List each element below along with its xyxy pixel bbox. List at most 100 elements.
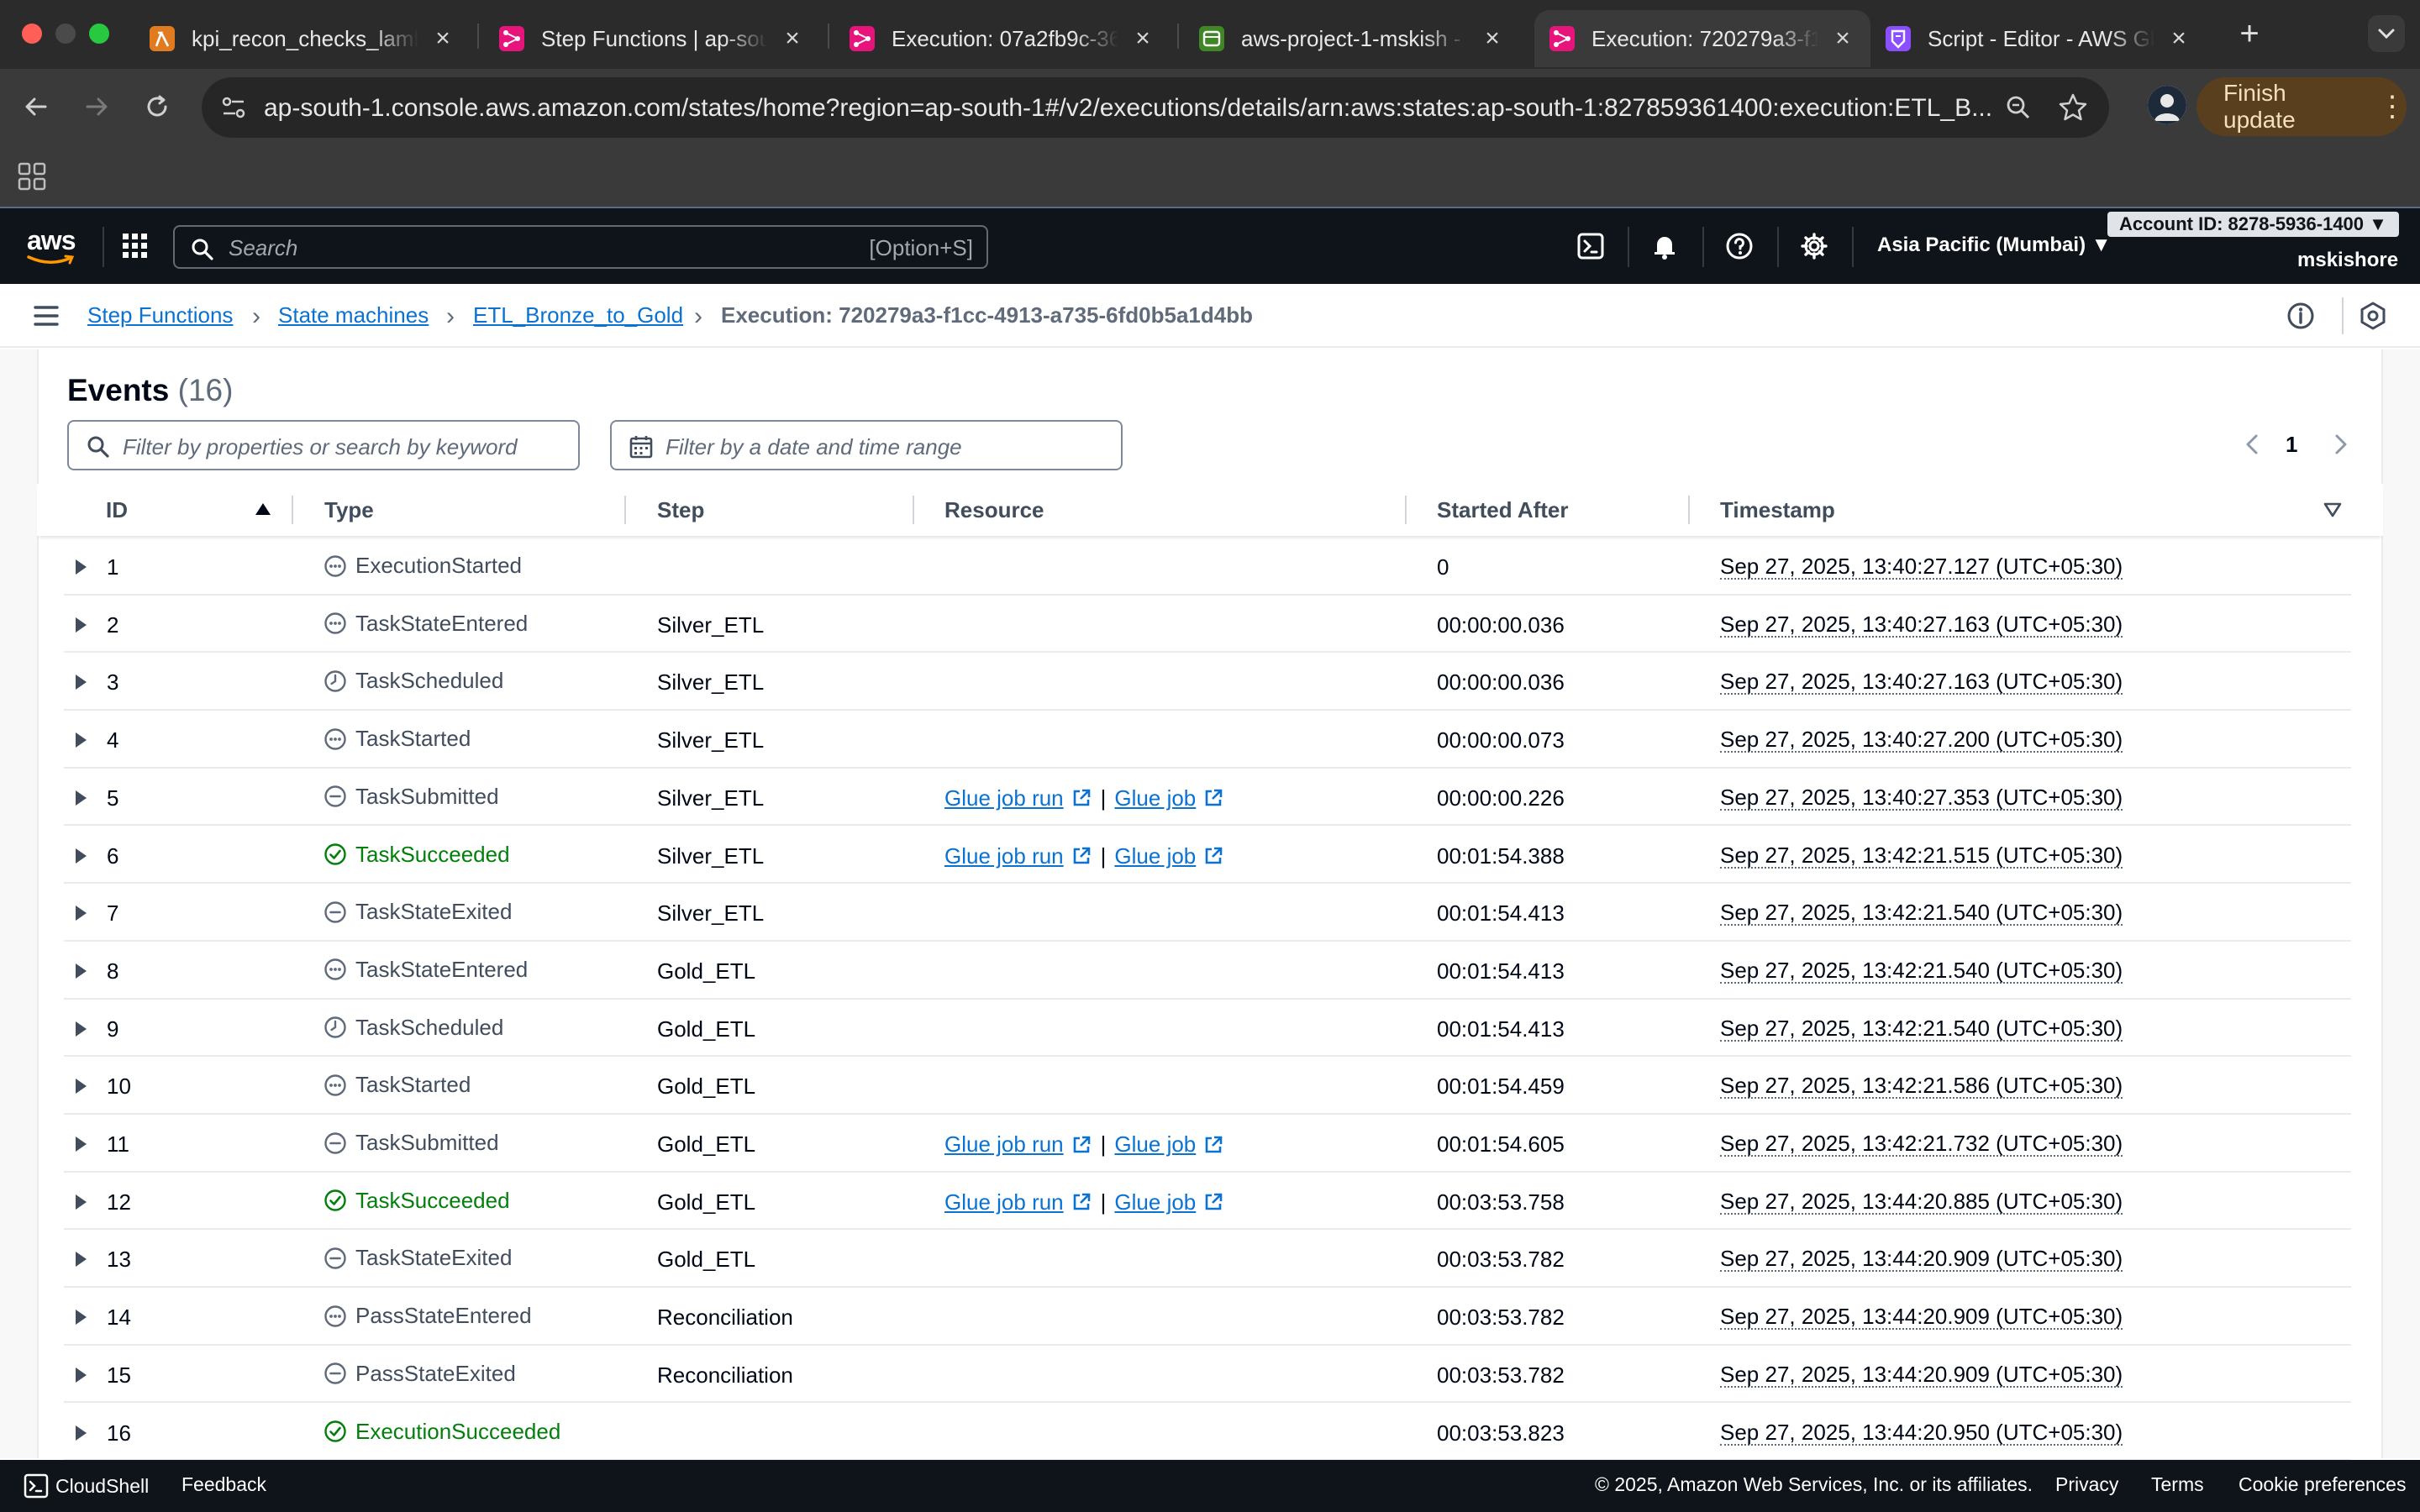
feedback-link[interactable]: Feedback — [182, 1473, 266, 1496]
glue-job-link[interactable]: Glue job — [1114, 1131, 1224, 1158]
event-timestamp[interactable]: Sep 27, 2025, 13:40:27.200 (UTC+05:30) — [1720, 727, 2123, 753]
terms-link[interactable]: Terms — [2151, 1473, 2204, 1496]
expand-row-caret-icon[interactable] — [76, 617, 87, 633]
event-timestamp[interactable]: Sep 27, 2025, 13:44:20.909 (UTC+05:30) — [1720, 1305, 2123, 1331]
event-timestamp[interactable]: Sep 27, 2025, 13:42:21.515 (UTC+05:30) — [1720, 843, 2123, 869]
expand-row-caret-icon[interactable] — [76, 790, 87, 806]
user-menu[interactable]: mskishore — [2297, 249, 2398, 272]
column-header-id[interactable]: ID — [106, 497, 128, 523]
column-header-step[interactable]: Step — [657, 497, 704, 523]
expand-row-caret-icon[interactable] — [76, 1137, 87, 1152]
region-selector[interactable]: Asia Pacific (Mumbai) ▼ — [1877, 234, 2111, 257]
event-timestamp[interactable]: Sep 27, 2025, 13:40:27.163 (UTC+05:30) — [1720, 612, 2123, 638]
expand-row-caret-icon[interactable] — [76, 559, 87, 575]
table-row[interactable]: 16 ExecutionSucceeded 00:03:53.823 Sep 27, … — [64, 1404, 2351, 1462]
browser-tab[interactable]: Step Functions | ap-sout × — [484, 10, 820, 67]
glue-job-run-link[interactable]: Glue job run — [944, 843, 1092, 869]
expand-row-caret-icon[interactable] — [76, 1079, 87, 1095]
column-resizer[interactable] — [913, 496, 914, 524]
column-header-timestamp[interactable]: Timestamp — [1720, 497, 1835, 523]
new-tab-button[interactable]: + — [2231, 15, 2268, 53]
table-row[interactable]: 12 TaskSucceeded Gold_ETL Glue job run | Glue… — [64, 1173, 2351, 1231]
browser-tab[interactable]: aws-project-1-mskish - × — [1184, 10, 1520, 67]
table-row[interactable]: 8 TaskStateEntered Gold_ETL 00:01:54.413 Sep… — [64, 942, 2351, 1000]
expand-row-caret-icon[interactable] — [76, 848, 87, 864]
breadcrumb-state-machines[interactable]: State machines — [278, 302, 429, 328]
date-range-filter-input[interactable]: Filter by a date and time range — [610, 420, 1123, 470]
bookmark-star-icon[interactable] — [2057, 92, 2089, 123]
property-filter-input[interactable]: Filter by properties or search by keywor… — [67, 420, 580, 470]
settings-button[interactable] — [1795, 227, 1833, 265]
cookie-preferences-link[interactable]: Cookie preferences — [2238, 1473, 2406, 1496]
table-row[interactable]: 11 TaskSubmitted Gold_ETL Glue job run | Glue… — [64, 1115, 2351, 1173]
event-timestamp[interactable]: Sep 27, 2025, 13:42:21.732 (UTC+05:30) — [1720, 1131, 2123, 1157]
close-icon[interactable]: × — [430, 24, 455, 53]
expand-row-caret-icon[interactable] — [76, 675, 87, 690]
help-button[interactable] — [1720, 227, 1759, 265]
expand-row-caret-icon[interactable] — [76, 1021, 87, 1037]
glue-job-run-link[interactable]: Glue job run — [944, 1189, 1092, 1215]
expand-row-caret-icon[interactable] — [76, 1194, 87, 1210]
tools-panel-icon[interactable] — [2358, 301, 2388, 331]
table-row[interactable]: 14 PassStateEntered Reconciliation 00:03:53… — [64, 1288, 2351, 1346]
maximize-window-button[interactable] — [89, 24, 109, 44]
close-icon[interactable]: × — [780, 24, 805, 53]
glue-job-link[interactable]: Glue job — [1114, 785, 1224, 811]
cloudshell-footer-button[interactable]: CloudShell — [24, 1473, 149, 1499]
breadcrumb-state-machine[interactable]: ETL_Bronze_to_Gold — [473, 302, 683, 328]
column-header-started-after[interactable]: Started After — [1437, 497, 1569, 523]
glue-job-run-link[interactable]: Glue job run — [944, 1131, 1092, 1158]
cloudshell-button[interactable] — [1571, 227, 1610, 265]
aws-search-input[interactable]: Search [Option+S] — [173, 225, 988, 269]
address-bar[interactable]: ap-south-1.console.aws.amazon.com/states… — [202, 77, 2109, 138]
table-row[interactable]: 3 TaskScheduled Silver_ETL 00:00:00.036 Sep … — [64, 653, 2351, 711]
event-timestamp[interactable]: Sep 27, 2025, 13:42:21.586 (UTC+05:30) — [1720, 1074, 2123, 1100]
event-timestamp[interactable]: Sep 27, 2025, 13:42:21.540 (UTC+05:30) — [1720, 958, 2123, 984]
table-row[interactable]: 5 TaskSubmitted Silver_ETL Glue job run | Glu… — [64, 769, 2351, 827]
account-id-badge[interactable]: Account ID: 8278-5936-1400 ▼ — [2107, 212, 2399, 237]
table-row[interactable]: 6 TaskSucceeded Silver_ETL Glue job run | Glu… — [64, 827, 2351, 885]
previous-page-icon[interactable] — [2238, 430, 2267, 459]
column-header-resource[interactable]: Resource — [944, 497, 1044, 523]
table-row[interactable]: 15 PassStateExited Reconciliation 00:03:53.… — [64, 1346, 2351, 1404]
table-row[interactable]: 9 TaskScheduled Gold_ETL 00:01:54.413 Sep 27… — [64, 1000, 2351, 1058]
expand-row-caret-icon[interactable] — [76, 1310, 87, 1326]
column-resizer[interactable] — [1405, 496, 1407, 524]
expand-row-caret-icon[interactable] — [76, 1252, 87, 1268]
event-timestamp[interactable]: Sep 27, 2025, 13:44:20.909 (UTC+05:30) — [1720, 1247, 2123, 1273]
event-timestamp[interactable]: Sep 27, 2025, 13:40:27.163 (UTC+05:30) — [1720, 669, 2123, 696]
site-settings-icon[interactable] — [218, 92, 249, 123]
event-timestamp[interactable]: Sep 27, 2025, 13:44:20.950 (UTC+05:30) — [1720, 1420, 2123, 1446]
sort-ascending-icon[interactable] — [254, 501, 272, 517]
privacy-link[interactable]: Privacy — [2055, 1473, 2118, 1496]
services-grid-icon[interactable] — [121, 232, 150, 260]
event-timestamp[interactable]: Sep 27, 2025, 13:42:21.540 (UTC+05:30) — [1720, 1016, 2123, 1042]
close-icon[interactable]: × — [1480, 24, 1505, 53]
column-resizer[interactable] — [624, 496, 626, 524]
table-row[interactable]: 13 TaskStateExited Gold_ETL 00:03:53.782 Sep… — [64, 1230, 2351, 1289]
current-page-number[interactable]: 1 — [2286, 432, 2297, 458]
event-timestamp[interactable]: Sep 27, 2025, 13:44:20.909 (UTC+05:30) — [1720, 1362, 2123, 1388]
browser-tab[interactable]: Script - Editor - AWS Gl × — [1870, 10, 2207, 67]
notifications-button[interactable] — [1645, 227, 1684, 265]
event-timestamp[interactable]: Sep 27, 2025, 13:40:27.353 (UTC+05:30) — [1720, 785, 2123, 811]
close-icon[interactable]: × — [1830, 24, 1855, 53]
breadcrumb-step-functions[interactable]: Step Functions — [87, 302, 233, 328]
browser-tab[interactable]: Execution: 720279a3-f1 × — [1534, 10, 1870, 67]
event-timestamp[interactable]: Sep 27, 2025, 13:44:20.885 (UTC+05:30) — [1720, 1189, 2123, 1215]
profile-avatar[interactable] — [2148, 86, 2186, 124]
expand-row-caret-icon[interactable] — [76, 1367, 87, 1383]
column-resizer[interactable] — [1688, 496, 1690, 524]
apps-grid-icon[interactable] — [17, 161, 47, 192]
column-resizer[interactable] — [292, 496, 293, 524]
hamburger-menu-icon[interactable] — [32, 302, 60, 329]
close-window-button[interactable] — [22, 24, 42, 44]
finish-update-button[interactable]: Finish update ⋮ — [2196, 77, 2407, 136]
info-icon[interactable] — [2286, 301, 2316, 331]
table-row[interactable]: 1 ExecutionStarted 0 Sep 27, 2025, 13:40:27… — [64, 538, 2351, 596]
browser-tab[interactable]: Execution: 07a2fb9c-36 × — [834, 10, 1171, 67]
back-button[interactable] — [17, 87, 55, 126]
aws-logo[interactable]: aws — [25, 223, 77, 267]
glue-job-link[interactable]: Glue job — [1114, 1189, 1224, 1215]
tab-search-button[interactable] — [2368, 15, 2405, 52]
